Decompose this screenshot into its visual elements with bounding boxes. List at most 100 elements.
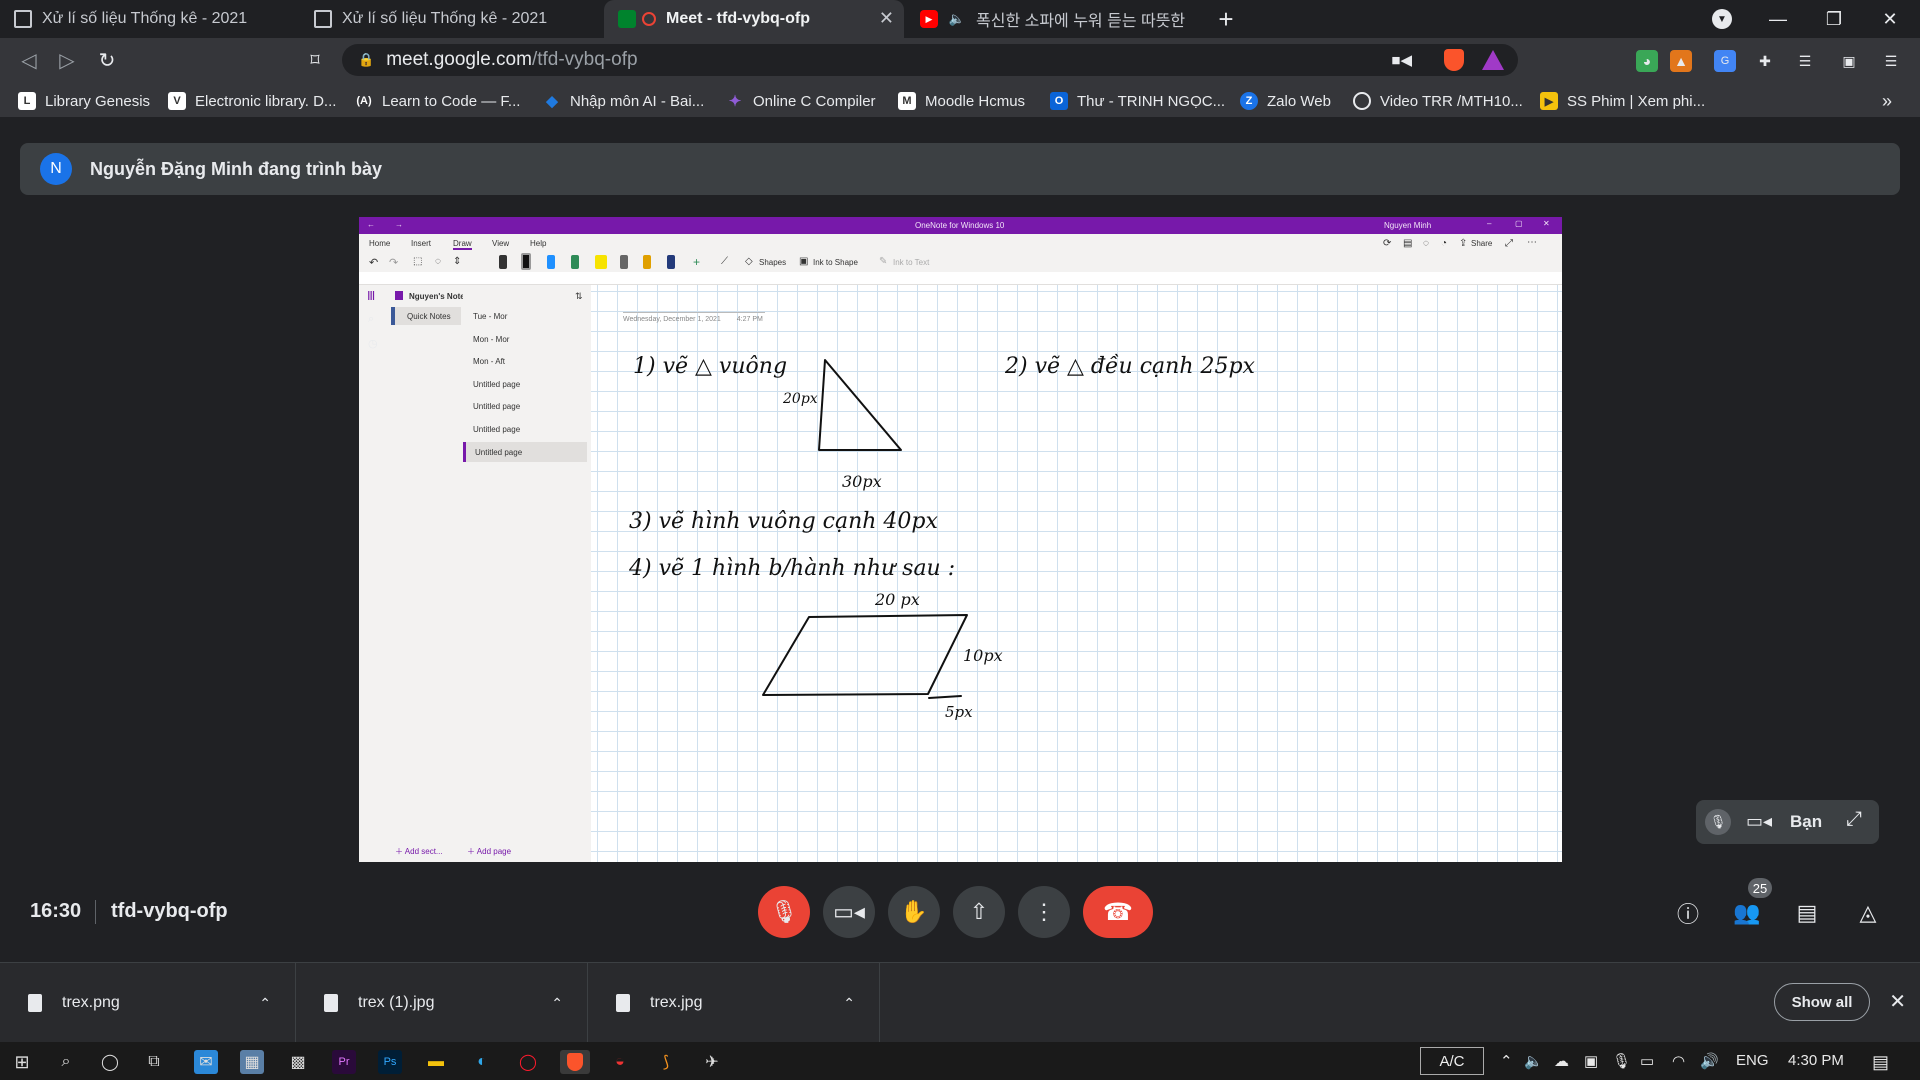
- mic-off-icon[interactable]: 🎙: [1705, 809, 1731, 835]
- app-icon[interactable]: ✈: [700, 1050, 724, 1074]
- sync-icon[interactable]: ⟳: [1383, 238, 1391, 249]
- restore-button[interactable]: ❐: [1814, 4, 1854, 34]
- add-page-button[interactable]: ＋ Add page: [467, 846, 511, 857]
- page-item[interactable]: Untitled page: [463, 375, 591, 393]
- minimize-button[interactable]: —: [1758, 4, 1798, 34]
- jupyter-icon[interactable]: ⟆: [654, 1050, 678, 1074]
- notifications-icon[interactable]: ▤: [1872, 1052, 1889, 1073]
- camera-icon[interactable]: ▭◂: [1746, 811, 1772, 832]
- activities-icon[interactable]: ◬: [1853, 898, 1883, 928]
- download-item[interactable]: trex (1).jpg ⌃: [296, 963, 588, 1043]
- share-label[interactable]: Share: [1471, 239, 1492, 248]
- photos-icon[interactable]: ▦: [240, 1050, 264, 1074]
- redo-icon[interactable]: ↷: [389, 256, 398, 269]
- menu-home[interactable]: Home: [369, 239, 390, 248]
- language-indicator[interactable]: ENG: [1736, 1052, 1769, 1069]
- download-item[interactable]: trex.png ⌃: [0, 963, 296, 1043]
- store-icon[interactable]: ▩: [286, 1050, 310, 1074]
- bookmark-item[interactable]: Video TRR /MTH10...: [1353, 90, 1523, 112]
- onedrive-icon[interactable]: ☁: [1554, 1052, 1569, 1070]
- windows-start-icon[interactable]: ⊞: [10, 1050, 34, 1074]
- lasso-icon[interactable]: ◌: [435, 256, 441, 267]
- close-window-button[interactable]: ✕: [1870, 4, 1910, 34]
- tab-youtube[interactable]: ▶ 🔈 폭신한 소파에 누워 듣는 따뜻한: [906, 0, 1200, 38]
- bookmark-item[interactable]: ▶ SS Phim | Xem phi...: [1540, 90, 1705, 112]
- reload-button[interactable]: ↻: [92, 45, 122, 75]
- task-view-icon[interactable]: ⧉: [142, 1050, 166, 1074]
- ruler-icon[interactable]: ⟋: [721, 256, 728, 267]
- brave-rewards-icon[interactable]: [1482, 50, 1504, 70]
- pen-orange-icon[interactable]: [643, 255, 651, 269]
- page-item[interactable]: Tue - Mor: [463, 307, 591, 325]
- search-icon[interactable]: ⌕: [368, 313, 374, 326]
- volume-icon[interactable]: 🔈: [1524, 1052, 1543, 1070]
- select-icon[interactable]: ⬚: [413, 256, 422, 267]
- show-all-button[interactable]: Show all: [1774, 983, 1870, 1021]
- share-icon[interactable]: ⇪: [1459, 238, 1467, 249]
- more-options-button[interactable]: ⋮: [1018, 886, 1070, 938]
- onenote-back-icon[interactable]: ←: [367, 220, 375, 229]
- input-method-indicator[interactable]: A/C: [1420, 1047, 1484, 1075]
- app-icon[interactable]: ◒: [608, 1050, 632, 1074]
- chevron-up-icon[interactable]: ⌃: [1500, 1052, 1513, 1070]
- sort-icon[interactable]: ⇅: [575, 291, 583, 302]
- menu-view[interactable]: View: [492, 239, 509, 248]
- opera-icon[interactable]: ◯: [516, 1050, 540, 1074]
- device-icon[interactable]: ▣: [1584, 1052, 1598, 1070]
- ink-to-shape-label[interactable]: Ink to Shape: [813, 258, 858, 267]
- bell-icon[interactable]: ◔: [1441, 238, 1447, 249]
- menu-icon[interactable]: ☰: [1880, 50, 1902, 72]
- speaker-icon[interactable]: 🔊: [1700, 1052, 1719, 1070]
- tab-meet[interactable]: Meet - tfd-vybq-ofp ✕: [604, 0, 904, 38]
- highlighter-yellow-icon[interactable]: [595, 255, 607, 269]
- onenote-restore-icon[interactable]: ▢: [1515, 219, 1523, 228]
- notebooks-icon[interactable]: Ⅲ: [367, 289, 375, 303]
- menu-draw[interactable]: Draw: [453, 239, 472, 250]
- notebook-icon[interactable]: ▤: [1403, 238, 1412, 249]
- microphone-off-button[interactable]: 🎙: [758, 886, 810, 938]
- section-item-quick-notes[interactable]: Quick Notes: [391, 307, 461, 325]
- add-pen-icon[interactable]: +: [693, 255, 700, 269]
- page-item[interactable]: Untitled page: [463, 397, 591, 415]
- tab-thongke-1[interactable]: Xử lí số liệu Thống kê - 2021: [0, 0, 300, 38]
- menu-help[interactable]: Help: [530, 239, 546, 248]
- mail-icon[interactable]: ✉: [194, 1050, 218, 1074]
- forward-button[interactable]: ▷: [52, 45, 82, 75]
- onenote-close-icon[interactable]: ✕: [1543, 219, 1550, 228]
- camera-icon[interactable]: ■◀: [1391, 51, 1412, 69]
- chevron-up-icon[interactable]: ⌃: [259, 995, 271, 1012]
- raise-hand-button[interactable]: ✋: [888, 886, 940, 938]
- lightbulb-icon[interactable]: ◌: [1423, 238, 1429, 249]
- brave-icon[interactable]: [560, 1050, 590, 1074]
- bookmark-icon[interactable]: ⌑: [300, 45, 330, 75]
- space-icon[interactable]: ⇕: [453, 256, 461, 267]
- battery-icon[interactable]: ▭: [1640, 1052, 1654, 1070]
- bookmark-item[interactable]: Z Zalo Web: [1240, 90, 1331, 112]
- note-canvas[interactable]: Wednesday, December 1, 2021 4:27 PM 1) v…: [591, 285, 1562, 862]
- cortana-icon[interactable]: ◯: [98, 1050, 122, 1074]
- bookmark-item[interactable]: ◆ Nhập môn AI - Bai...: [543, 90, 704, 112]
- eraser-icon[interactable]: [499, 255, 507, 269]
- translate-icon[interactable]: G: [1714, 50, 1736, 72]
- bookmark-item[interactable]: O Thư - TRINH NGỌC...: [1050, 90, 1225, 112]
- reading-list-icon[interactable]: ☰: [1794, 50, 1816, 72]
- close-tab-icon[interactable]: ✕: [879, 8, 894, 29]
- onenote-forward-icon[interactable]: →: [395, 220, 403, 229]
- tab-thongke-2[interactable]: Xử lí số liệu Thống kê - 2021: [300, 0, 600, 38]
- file-explorer-icon[interactable]: ▬: [424, 1050, 448, 1074]
- camera-button[interactable]: ▭◂: [823, 886, 875, 938]
- onenote-minimize-icon[interactable]: –: [1487, 219, 1491, 228]
- pen-gray-icon[interactable]: [620, 255, 628, 269]
- address-bar[interactable]: 🔒 meet.google.com/tfd-vybq-ofp ■◀: [342, 44, 1518, 76]
- download-item[interactable]: trex.jpg ⌃: [588, 963, 880, 1043]
- people-icon[interactable]: 👥: [1732, 898, 1762, 928]
- expand-icon[interactable]: ⤢: [1846, 808, 1862, 831]
- pen-black-icon[interactable]: [521, 253, 531, 270]
- new-tab-button[interactable]: +: [1206, 4, 1246, 34]
- premiere-icon[interactable]: Pr: [332, 1050, 356, 1074]
- wallet-icon[interactable]: ▣: [1838, 50, 1860, 72]
- back-button[interactable]: ◁: [14, 45, 44, 75]
- page-item[interactable]: Mon - Mor: [463, 330, 591, 348]
- ink-to-shape-icon[interactable]: ▣: [799, 256, 808, 267]
- extensions-icon[interactable]: ✚: [1754, 50, 1776, 72]
